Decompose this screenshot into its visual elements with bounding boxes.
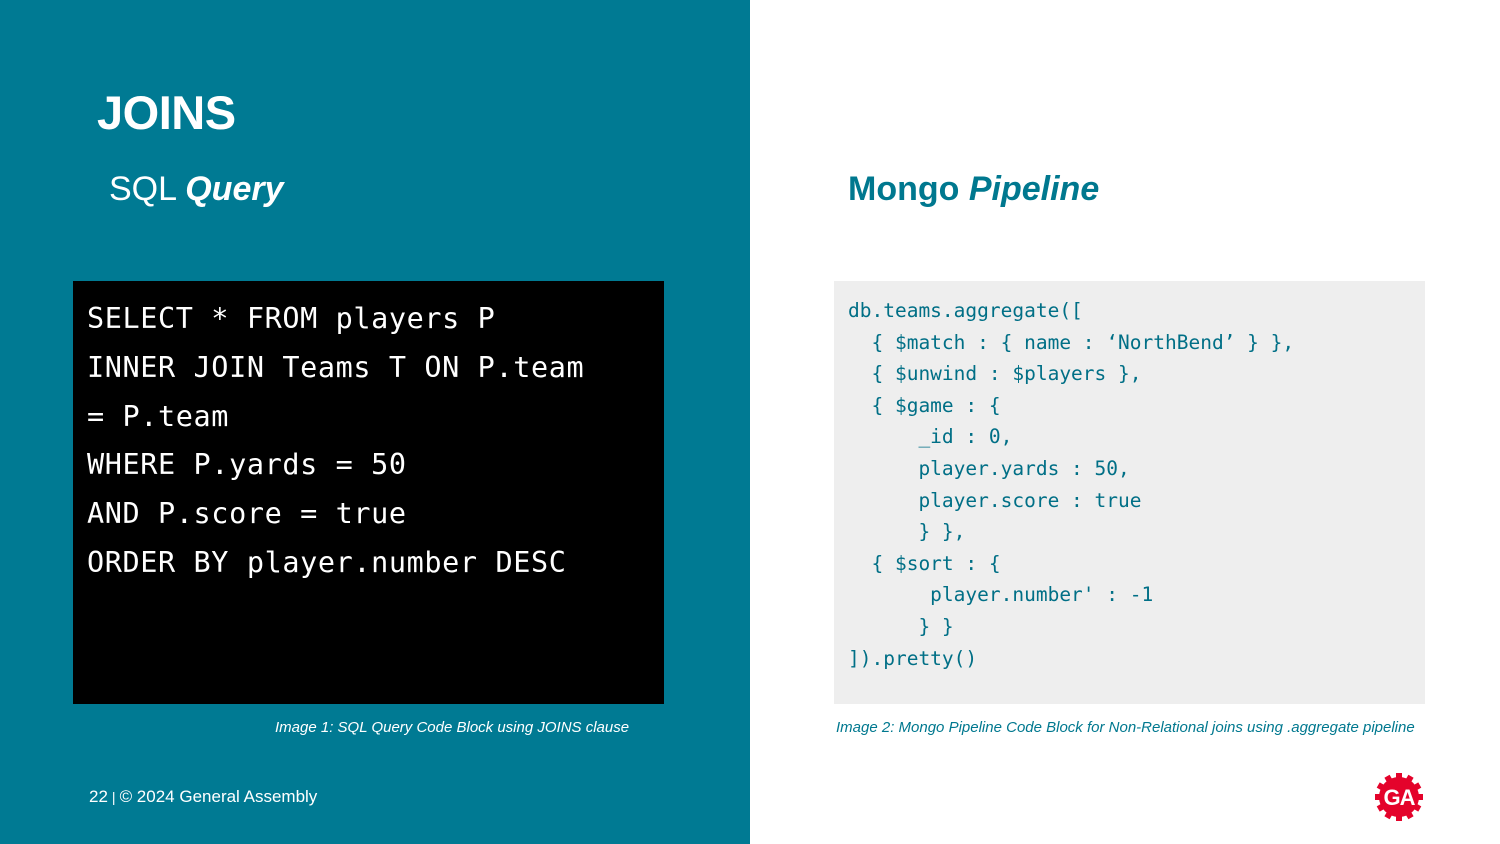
mongo-code-line: player.yards : 50, [848,456,1130,480]
slide-title: JOINS [97,86,236,139]
sql-code-block: SELECT * FROM players P INNER JOIN Teams… [73,281,664,704]
mongo-image-caption: Image 2: Mongo Pipeline Code Block for N… [836,719,1415,736]
slide-footer: 22 | © 2024 General Assembly [89,786,317,808]
mongo-code-line: db.teams.aggregate([ [848,299,1083,322]
mongo-code-line: { $sort : { [848,551,1001,575]
sql-image-caption: Image 1: SQL Query Code Block using JOIN… [275,719,630,736]
sql-code-line: WHERE P.yards = 50 [87,448,407,482]
mongo-code-line: } }, [848,520,966,544]
mongo-code-line: _id : 0, [848,425,1013,449]
mongo-code-line: ]).pretty() [848,646,978,670]
sql-code-line: INNER JOIN Teams T ON P.team [87,350,585,384]
mongo-code-line: player.number' : -1 [848,583,1154,607]
mongo-pipeline-subhead: Mongo Pipeline [848,168,1099,210]
sql-query-subhead: SQL Query [109,168,284,210]
sql-code-line: AND P.score = true [87,497,407,531]
copyright-text: © 2024 General Assembly [119,787,318,806]
mongo-code-line: player.score : true [848,488,1142,512]
page-number: 22 [89,787,108,806]
mongo-code-line: } } [848,614,954,638]
mongo-code-block: db.teams.aggregate([ { $match : { name :… [834,281,1425,704]
sql-code-line: ORDER BY player.number DESC [87,545,567,579]
mongo-subhead-prefix: Mongo [848,170,960,208]
mongo-code-line: { $game : { [848,393,1001,417]
mongo-code-line: { $match : { name : ‘NorthBend’ } }, [848,330,1295,354]
footer-separator: | [111,789,116,805]
mongo-subhead-emphasis: Pipeline [968,170,1100,208]
sql-subhead-emphasis: Query [185,170,284,208]
general-assembly-logo-icon: GA [1375,773,1423,821]
logo-text: GA [1384,785,1416,810]
sql-subhead-prefix: SQL [109,170,176,208]
sql-code-line: SELECT * FROM players P [87,302,496,335]
sql-code-line: = P.team [87,399,230,433]
mongo-code-line: { $unwind : $players }, [848,362,1142,386]
